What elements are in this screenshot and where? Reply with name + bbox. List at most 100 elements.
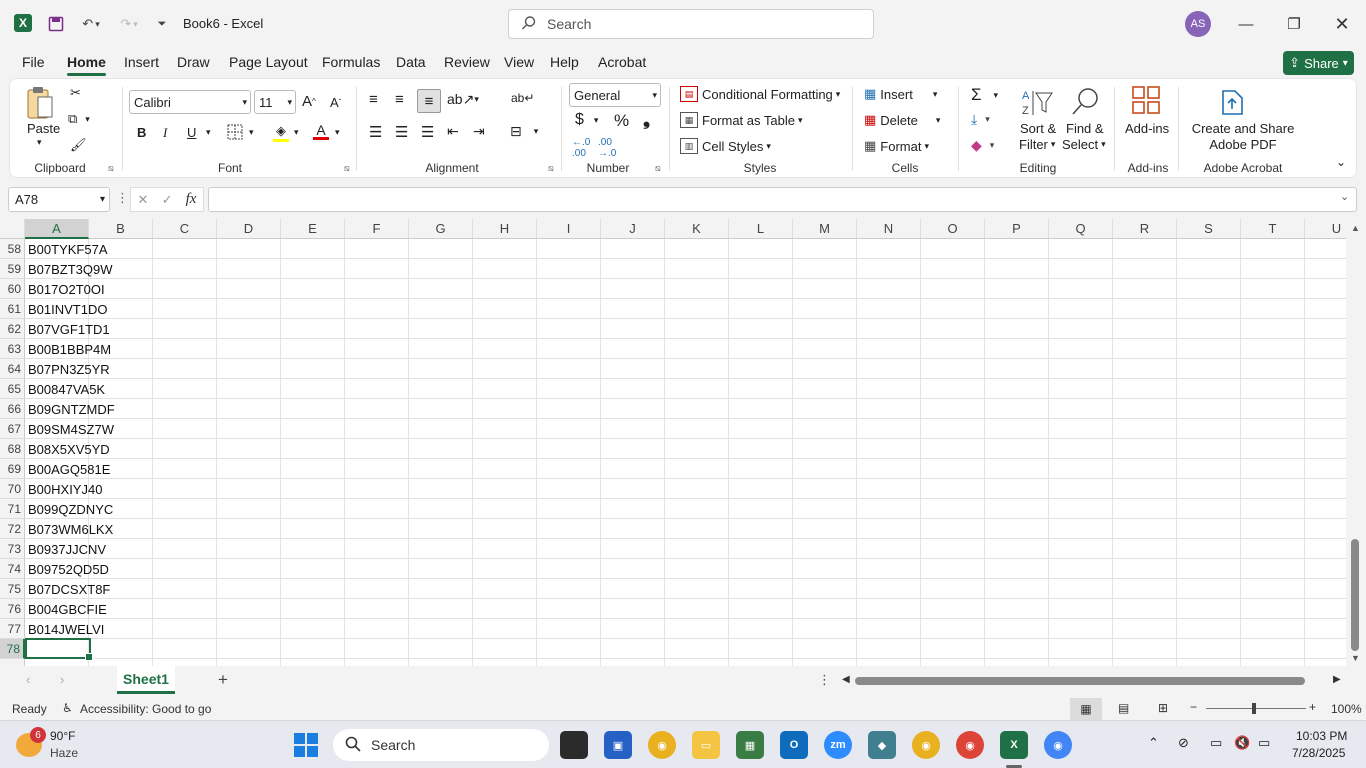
column-header[interactable]: E (281, 219, 345, 239)
row-header[interactable]: 72 (0, 519, 25, 539)
app-diamond-icon[interactable]: ◆ (868, 731, 896, 759)
accessibility-status[interactable]: Accessibility: Good to go (80, 702, 211, 716)
vertical-scrollbar[interactable]: ▲ ▼ (1346, 219, 1366, 666)
horizontal-scroll-thumb[interactable] (855, 677, 1305, 685)
column-header[interactable]: O (921, 219, 985, 239)
create-share-pdf-label[interactable]: Create and Share (1188, 121, 1298, 136)
fill-icon[interactable]: ⤓ ▾ (971, 111, 990, 128)
row-header[interactable]: 76 (0, 599, 25, 619)
avatar[interactable]: AS (1185, 11, 1211, 37)
chrome-profile-3-icon[interactable]: ◉ (1044, 731, 1072, 759)
tab-file[interactable]: File (22, 54, 45, 70)
more-options-icon[interactable]: ⋮ (818, 672, 831, 688)
chrome-icon[interactable]: ◉ (648, 731, 676, 759)
cell-a[interactable]: B099QZDNYC (28, 499, 113, 519)
font-size-select[interactable]: 11 ▾ (254, 90, 296, 114)
cell-a[interactable]: B09GNTZMDF (28, 399, 115, 419)
cell-a[interactable]: B09SM4SZ7W (28, 419, 114, 439)
fill-color-icon[interactable]: ◈ (273, 123, 289, 142)
cell-a[interactable]: B017O2T0OI (28, 279, 105, 299)
prev-sheet-icon[interactable]: ‹ (26, 672, 30, 687)
tab-page-layout[interactable]: Page Layout (229, 54, 308, 70)
tab-insert[interactable]: Insert (124, 54, 159, 70)
chrome-profile-2-icon[interactable]: ◉ (956, 731, 984, 759)
enter-entry-icon[interactable]: ✓ (162, 192, 173, 208)
bottom-align-icon[interactable]: ≡ (417, 89, 441, 113)
cell-a[interactable]: B00AGQ581E (28, 459, 110, 479)
paste-dropdown-icon[interactable]: ▾ (37, 137, 42, 148)
store-icon[interactable]: ▣ (604, 731, 632, 759)
row-header[interactable]: 70 (0, 479, 25, 499)
save-icon[interactable] (44, 12, 68, 36)
column-header[interactable]: M (793, 219, 857, 239)
zoom-slider[interactable] (1206, 708, 1306, 709)
speaker-muted-icon[interactable]: 🔇 (1234, 735, 1250, 751)
currency-icon[interactable]: $ ▾ (575, 111, 598, 129)
cancel-entry-icon[interactable]: ✕ (138, 192, 149, 208)
conditional-formatting-button[interactable]: ▤ Conditional Formatting ▾ (680, 86, 840, 102)
number-launcher-icon[interactable]: ⧅ (655, 163, 661, 174)
sort-filter-label[interactable]: Sort & (1020, 121, 1056, 136)
cell-a[interactable]: B07DCSXT8F (28, 579, 110, 599)
sort-filter-icon[interactable]: AZ (1020, 87, 1054, 119)
row-header[interactable]: 75 (0, 579, 25, 599)
formula-input[interactable] (208, 187, 1357, 212)
create-pdf-icon[interactable] (1220, 87, 1246, 117)
minimize-icon[interactable]: — (1226, 10, 1266, 38)
increase-decimal-icon[interactable]: ←.0.00 (572, 137, 590, 159)
row-header[interactable]: 61 (0, 299, 25, 319)
tab-review[interactable]: Review (444, 54, 490, 70)
new-sheet-button[interactable]: + (218, 670, 228, 690)
select-all-corner[interactable] (0, 219, 25, 239)
middle-align-icon[interactable]: ≡ (395, 91, 404, 108)
format-painter-icon[interactable]: 🖌 (70, 137, 87, 153)
increase-indent-icon[interactable]: ⇥ (473, 123, 485, 140)
column-header[interactable]: T (1241, 219, 1305, 239)
cell-a[interactable]: B00847VA5K (28, 379, 105, 399)
expand-formula-bar-icon[interactable]: ⌄ (1340, 190, 1349, 203)
row-header-partial[interactable] (0, 659, 25, 666)
increase-font-size-icon[interactable]: A ^ (302, 93, 316, 110)
add-ins-icon[interactable] (1131, 85, 1161, 115)
row-header[interactable]: 66 (0, 399, 25, 419)
cell-a[interactable]: B00HXIYJ40 (28, 479, 102, 499)
align-center-icon[interactable]: ☰ (395, 123, 408, 141)
zoom-app-icon[interactable]: zm (824, 731, 852, 759)
column-header[interactable]: F (345, 219, 409, 239)
column-header[interactable]: C (153, 219, 217, 239)
task-view-icon[interactable] (560, 731, 588, 759)
column-header[interactable]: G (409, 219, 473, 239)
file-explorer-icon[interactable]: ▭ (692, 731, 720, 759)
find-select-icon[interactable] (1070, 87, 1100, 117)
column-header[interactable]: U (1305, 219, 1346, 239)
clear-icon[interactable]: ◆ ▾ (971, 137, 994, 154)
font-launcher-icon[interactable]: ⧅ (344, 163, 350, 174)
format-as-table-button[interactable]: ▦ Format as Table ▾ (680, 112, 803, 128)
row-header[interactable]: 73 (0, 539, 25, 559)
row-header[interactable]: 60 (0, 279, 25, 299)
decrease-decimal-icon[interactable]: .00 →.0 (598, 137, 616, 159)
merge-center-icon[interactable]: ⊟ ▾ (510, 123, 538, 140)
restore-icon[interactable]: ❐ (1274, 10, 1314, 38)
calculator-icon[interactable]: ▦ (736, 731, 764, 759)
add-ins-button[interactable]: Add-ins (1125, 121, 1169, 136)
row-header[interactable]: 64 (0, 359, 25, 379)
column-header[interactable]: J (601, 219, 665, 239)
battery-icon[interactable]: ▭ (1258, 735, 1270, 751)
cell-a[interactable]: B0937JJCNV (28, 539, 106, 559)
cut-icon[interactable]: ✂ (70, 85, 81, 101)
format-cells-button[interactable]: ▦ Format ▾ (864, 138, 929, 154)
scroll-down-icon[interactable]: ▼ (1351, 653, 1360, 663)
sheet-tab[interactable]: Sheet1 (117, 666, 175, 694)
outlook-icon[interactable]: O (780, 731, 808, 759)
cell-a[interactable]: B073WM6LKX (28, 519, 113, 539)
autosum-icon[interactable]: Σ ▾ (971, 85, 998, 105)
clock-time[interactable]: 10:03 PM (1296, 729, 1347, 743)
collapse-ribbon-icon[interactable]: ⌄ (1336, 155, 1346, 169)
font-color-dropdown-icon[interactable]: ▾ (335, 127, 340, 138)
bold-button[interactable]: B (137, 125, 146, 140)
decrease-font-size-icon[interactable]: Aˇ (330, 95, 341, 110)
decrease-indent-icon[interactable]: ⇤ (447, 123, 459, 140)
weather-temp[interactable]: 90°F (50, 729, 75, 743)
column-header[interactable]: S (1177, 219, 1241, 239)
